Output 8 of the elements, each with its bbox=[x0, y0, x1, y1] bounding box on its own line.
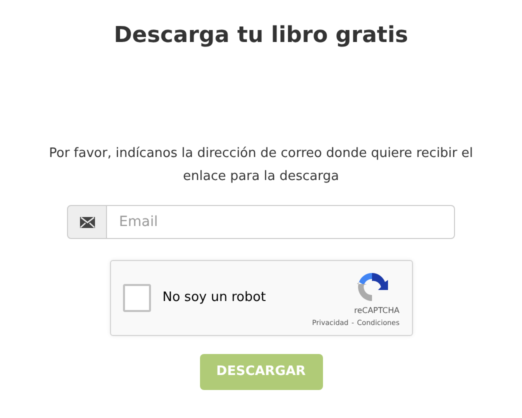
page-title: Descarga tu libro gratis bbox=[114, 22, 408, 50]
recaptcha-brand: reCAPTCHA bbox=[354, 305, 400, 316]
captcha-label: No soy un robot bbox=[162, 289, 267, 308]
envelope-icon bbox=[80, 216, 94, 228]
recaptcha-logo-icon bbox=[356, 271, 388, 303]
email-field[interactable]: Email bbox=[107, 205, 455, 239]
instruction-text: Por favor, indícanos la dirección de correo donde quiere recibir el enlace para la descarga bbox=[48, 145, 474, 186]
captcha-checkbox[interactable] bbox=[122, 284, 150, 312]
